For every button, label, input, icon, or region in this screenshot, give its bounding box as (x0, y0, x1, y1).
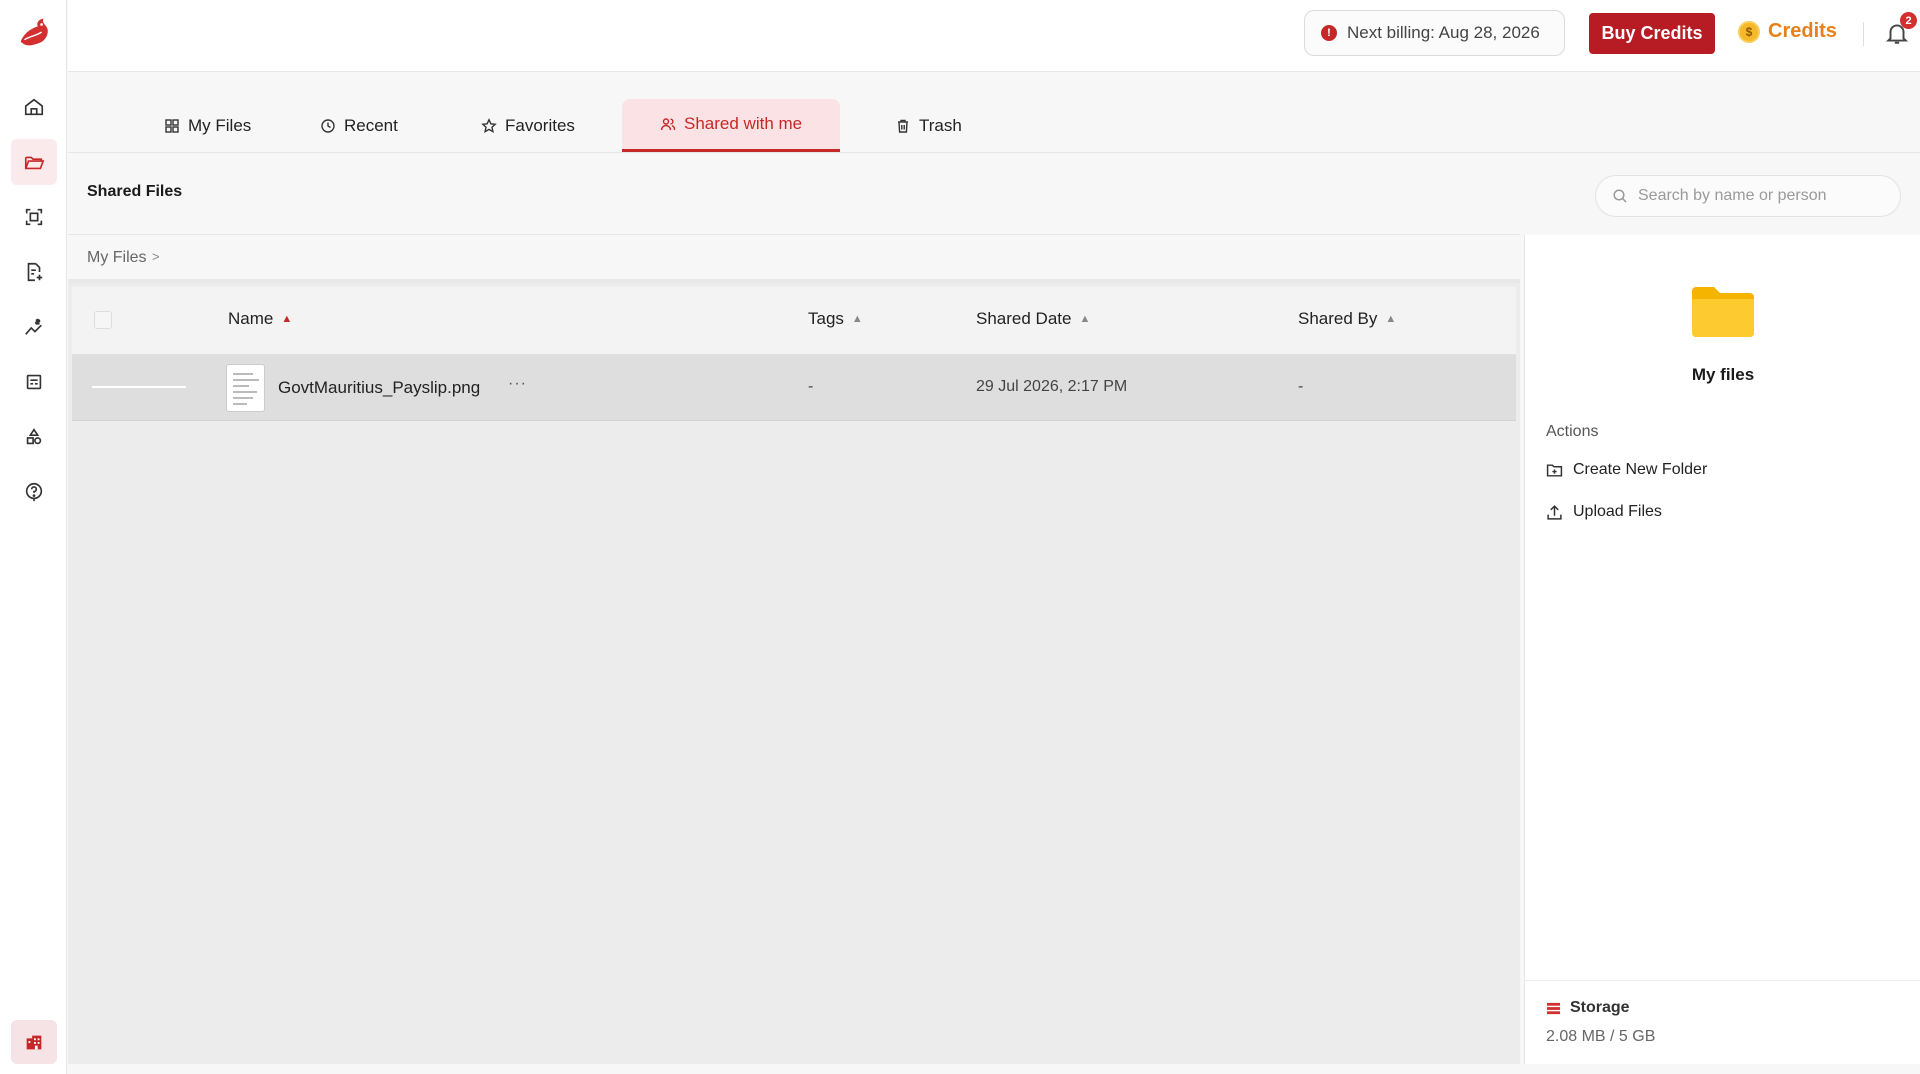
tab-trash[interactable]: Trash (881, 99, 976, 152)
column-label: Tags (808, 309, 844, 328)
file-tags: - (808, 378, 814, 395)
users-icon (660, 118, 676, 131)
page-title: Shared Files (87, 183, 183, 200)
sort-up-icon: ▲ (281, 313, 293, 325)
nav-documents[interactable] (11, 249, 57, 295)
column-name[interactable]: Name ▲ (228, 309, 292, 329)
sort-up-icon: ▲ (1385, 313, 1397, 325)
billing-text: Next billing: Aug 28, 2026 (1347, 23, 1540, 42)
help-circle-icon (25, 482, 43, 502)
grid-icon (165, 118, 179, 133)
chevron-right-icon: > (152, 249, 160, 264)
file-list-area: My Files > Name ▲ Tags ▲ Shared Date ▲ S… (68, 235, 1520, 1064)
clock-icon (321, 118, 335, 133)
column-label: Name (228, 309, 274, 328)
credits-label: Credits (1768, 20, 1837, 42)
more-options-icon[interactable]: ··· (508, 375, 527, 393)
file-shared-by: - (1298, 378, 1304, 395)
tab-my-files[interactable]: My Files (150, 99, 265, 152)
building-icon (26, 1035, 42, 1050)
upload-icon (1547, 504, 1562, 520)
file-name[interactable]: GovtMauritius_Payslip.png (278, 378, 480, 398)
nav-home[interactable] (11, 84, 57, 130)
file-shared-date: 29 Jul 2026, 2:17 PM (976, 378, 1128, 395)
trash-icon (898, 119, 908, 133)
action-label: Create New Folder (1573, 461, 1708, 478)
top-bar: ! Next billing: Aug 28, 2026 Buy Credits… (68, 0, 1920, 72)
table-header: Name ▲ Tags ▲ Shared Date ▲ Shared By ▲ (72, 287, 1516, 355)
breadcrumb: My Files > (68, 235, 1520, 283)
app-root: ! Next billing: Aug 28, 2026 Buy Credits… (0, 0, 1920, 1074)
document-add-icon (27, 262, 43, 282)
folder-add-icon (1546, 463, 1563, 477)
details-panel: My files Actions Create New Folder Uploa… (1524, 235, 1920, 1064)
sort-up-icon: ▲ (1079, 313, 1091, 325)
column-label: Shared By (1298, 309, 1378, 328)
nav-scan[interactable] (11, 194, 57, 240)
nav-help[interactable] (11, 469, 57, 515)
search-box[interactable] (1595, 175, 1901, 217)
tab-label: My Files (188, 115, 252, 135)
actions-heading: Actions (1546, 423, 1599, 440)
upload-files-button[interactable]: Upload Files (1546, 503, 1662, 521)
action-label: Upload Files (1573, 503, 1662, 520)
scan-icon (25, 208, 43, 226)
coin-icon: $ (1738, 20, 1760, 43)
nav-shapes[interactable] (11, 414, 57, 460)
storage-heading: Storage (1546, 999, 1630, 1017)
sort-up-icon: ▲ (851, 313, 863, 325)
billing-notice[interactable]: ! Next billing: Aug 28, 2026 (1304, 10, 1565, 56)
star-icon (481, 117, 497, 133)
folder-open-icon (24, 156, 45, 170)
file-tabs: My Files Recent Favorites Shared with me… (68, 72, 1920, 153)
tab-favorites[interactable]: Favorites (467, 99, 589, 152)
notification-badge: 2 (1900, 12, 1917, 29)
calculator-icon (26, 374, 42, 390)
storage-value: 2.08 MB / 5 GB (1546, 1028, 1656, 1045)
table-row[interactable]: GovtMauritius_Payslip.png ··· - 29 Jul 2… (72, 355, 1516, 421)
dragon-logo-icon (20, 18, 48, 46)
search-icon (1613, 189, 1627, 203)
create-folder-button[interactable]: Create New Folder (1546, 461, 1707, 479)
alert-icon: ! (1321, 25, 1337, 41)
folder-name: My files (1691, 365, 1755, 384)
column-shared-by[interactable]: Shared By ▲ (1298, 309, 1396, 329)
breadcrumb-my-files[interactable]: My Files (87, 249, 147, 267)
search-input[interactable] (1638, 187, 1878, 205)
topbar-divider (1863, 22, 1864, 46)
shapes-icon (26, 428, 42, 445)
storage-label: Storage (1570, 999, 1630, 1016)
column-label: Shared Date (976, 309, 1072, 328)
tab-label: Recent (344, 115, 398, 135)
tab-label: Shared with me (684, 114, 803, 133)
tab-label: Favorites (505, 115, 575, 135)
folder-icon (1692, 287, 1754, 337)
brand-logo[interactable] (14, 14, 54, 54)
storage-divider (1525, 980, 1920, 981)
organization-button[interactable] (11, 1020, 57, 1064)
nav-files[interactable] (11, 139, 57, 185)
chart-dollar-icon (25, 318, 42, 335)
column-tags[interactable]: Tags ▲ (808, 309, 863, 329)
tab-label: Trash (919, 115, 962, 135)
tab-shared-with-me[interactable]: Shared with me (622, 99, 841, 152)
select-all-checkbox[interactable] (94, 311, 112, 329)
column-shared-date[interactable]: Shared Date ▲ (976, 309, 1090, 329)
buy-credits-button[interactable]: Buy Credits (1589, 13, 1715, 54)
left-sidebar (0, 0, 67, 1074)
row-progress-bar (92, 386, 186, 388)
file-thumbnail[interactable] (226, 364, 265, 412)
nav-calculator[interactable] (11, 359, 57, 405)
nav-transactions[interactable] (11, 304, 57, 350)
credits-link[interactable]: $ Credits (1738, 20, 1837, 43)
tab-recent[interactable]: Recent (306, 99, 412, 152)
home-icon (24, 98, 44, 116)
storage-list-icon (1546, 1002, 1561, 1014)
